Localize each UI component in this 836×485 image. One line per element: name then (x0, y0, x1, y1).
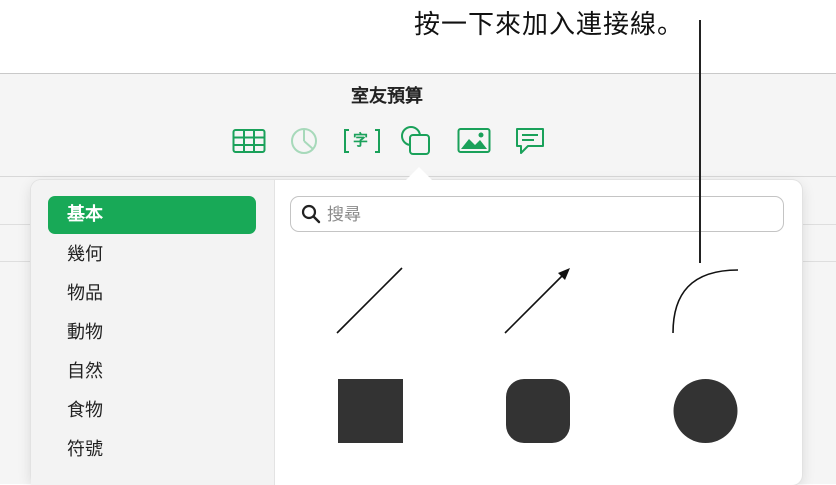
callout-leader-line (699, 20, 701, 263)
category-objects[interactable]: 物品 (48, 275, 256, 313)
line-shape-icon[interactable] (331, 264, 403, 336)
table-button[interactable] (231, 123, 267, 159)
category-basic[interactable]: 基本 (48, 196, 256, 234)
curved-connection-line-icon[interactable] (667, 264, 743, 336)
callout-label: 按一下來加入連接線。 (414, 10, 685, 40)
shape-button[interactable] (398, 123, 434, 159)
shape-search-box[interactable] (290, 196, 784, 232)
search-icon (301, 204, 321, 224)
rounded-square-shape-icon[interactable] (506, 379, 570, 443)
text-box-button[interactable]: 字 (342, 123, 382, 159)
image-icon (457, 128, 491, 153)
shape-library-popover: 基本 幾何 物品 動物 自然 食物 符號 (31, 180, 802, 485)
square-shape-icon[interactable] (338, 379, 403, 443)
category-food[interactable]: 食物 (48, 392, 256, 430)
comment-button[interactable] (512, 123, 548, 159)
category-nature[interactable]: 自然 (48, 353, 256, 391)
popover-arrow (405, 167, 433, 181)
shape-category-list: 基本 幾何 物品 動物 自然 食物 符號 (31, 180, 275, 485)
search-input[interactable] (325, 201, 769, 229)
text-box-glyph: 字 (353, 131, 369, 149)
category-geometry[interactable]: 幾何 (48, 236, 256, 274)
category-symbols[interactable]: 符號 (48, 431, 256, 469)
circle-shape-icon[interactable] (673, 379, 738, 443)
table-icon (232, 129, 266, 153)
chart-button[interactable] (286, 123, 322, 159)
comment-icon (516, 128, 544, 154)
category-animals[interactable]: 動物 (48, 314, 256, 352)
chart-icon (291, 128, 317, 154)
shape-icon (401, 126, 430, 155)
sheet-grid-line (800, 261, 836, 262)
sheet-grid-line (800, 224, 836, 225)
document-title: 室友預算 (351, 86, 423, 107)
arrow-line-shape-icon[interactable] (499, 264, 575, 336)
media-button[interactable] (456, 123, 492, 159)
